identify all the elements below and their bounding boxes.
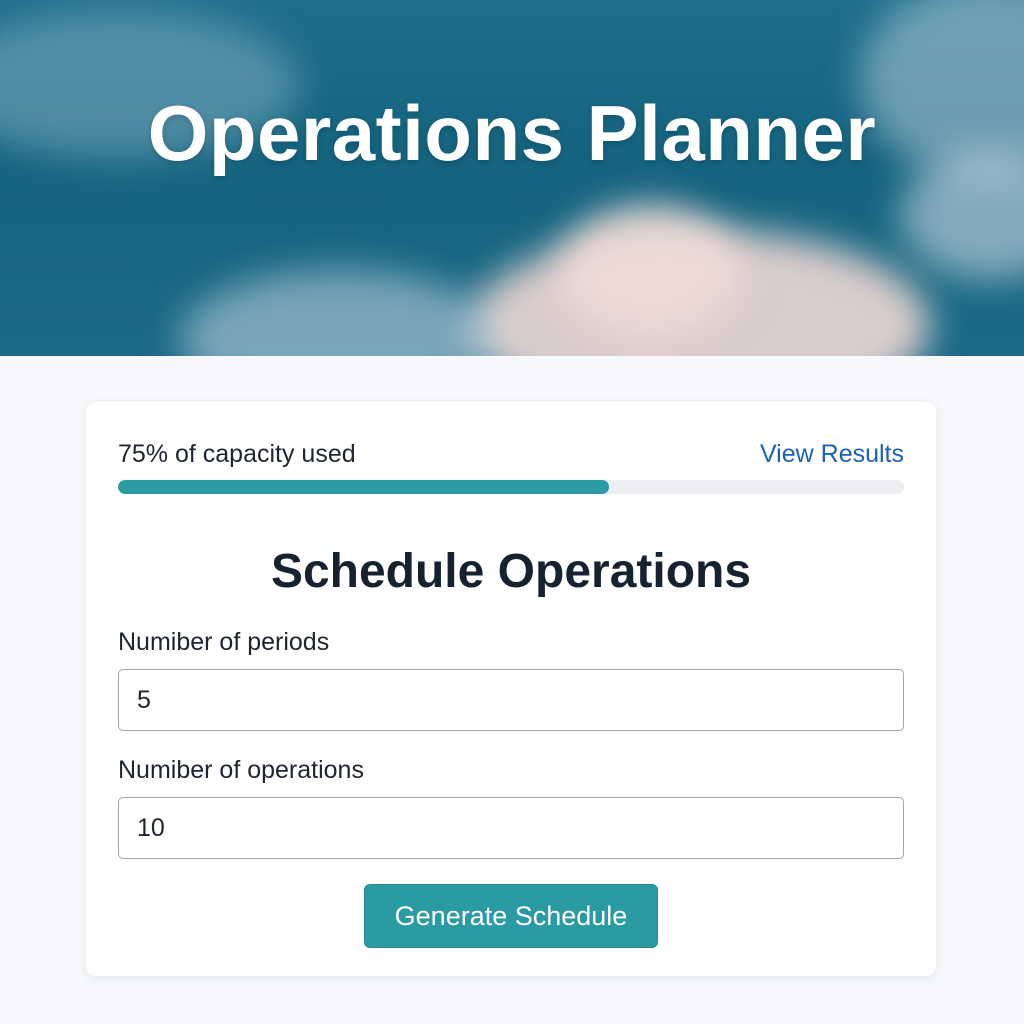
cloud-decoration [180, 270, 500, 356]
operations-input[interactable] [118, 797, 904, 859]
periods-label: Numiber of periods [118, 628, 330, 656]
form-title: Schedule Operations [270, 545, 752, 598]
page-title: Operations Planner [147, 89, 877, 177]
capacity-progress-bar [118, 480, 904, 494]
operations-label: Numiber of operations [118, 756, 364, 784]
cloud-decoration [560, 205, 740, 335]
capacity-progress-fill [118, 480, 610, 494]
hero-banner: Operations Planner [0, 0, 1024, 356]
capacity-usage-label: 75% of capacity used [118, 440, 356, 468]
view-results-link[interactable]: View Results [760, 440, 904, 469]
schedule-card: 75% of capacity used View Results Schedu… [86, 402, 936, 976]
generate-schedule-button[interactable]: Generate Schedule [364, 884, 658, 948]
periods-input[interactable] [118, 669, 904, 731]
